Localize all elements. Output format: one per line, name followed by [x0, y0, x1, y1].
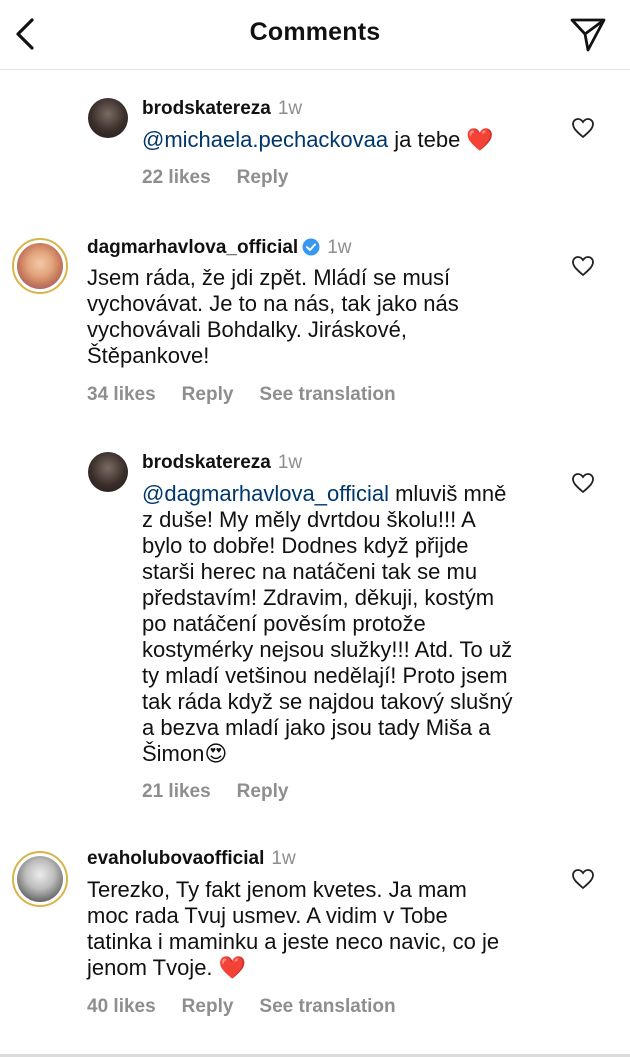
- comment-username[interactable]: brodskatereza: [142, 452, 271, 473]
- heart-outline-icon[interactable]: [571, 255, 595, 277]
- mention-link[interactable]: @michaela.pechackovaa: [142, 127, 388, 152]
- comment-time: 1w: [277, 452, 303, 473]
- comment-username[interactable]: evaholubovaofficial: [87, 848, 264, 869]
- avatar[interactable]: [12, 238, 68, 294]
- comment-time: 1w: [277, 98, 303, 119]
- heart-outline-icon[interactable]: [571, 117, 595, 139]
- comment-meta: 40 likes Reply See translation: [87, 996, 422, 1018]
- reply-button[interactable]: Reply: [237, 781, 289, 802]
- heart-outline-icon[interactable]: [571, 472, 595, 494]
- heart-outline-icon[interactable]: [571, 868, 595, 890]
- comment-meta: 22 likes Reply: [142, 167, 314, 189]
- comment-username[interactable]: dagmarhavlova_official: [87, 237, 298, 258]
- heart-emoji: ❤️: [218, 955, 247, 980]
- comment-time: 1w: [271, 848, 296, 869]
- likes-count[interactable]: 34 likes: [87, 384, 156, 405]
- page-title: Comments: [249, 18, 381, 46]
- likes-count[interactable]: 21 likes: [142, 781, 211, 802]
- heart-emoji: ❤️: [466, 127, 494, 152]
- reply-button[interactable]: Reply: [182, 384, 234, 405]
- top-bar: Comments: [0, 0, 630, 70]
- comment-text: @michaela.pechackovaa ja tebe ❤️: [142, 127, 494, 152]
- see-translation-link[interactable]: See translation: [259, 384, 395, 405]
- comment-text: Terezko, Ty fakt jenom kvetes. Ja mam mo…: [87, 877, 500, 980]
- comment-meta: 21 likes Reply: [142, 781, 314, 803]
- likes-count[interactable]: 22 likes: [142, 167, 211, 188]
- comment-text: @dagmarhavlova_official mluviš mně z duš…: [142, 481, 513, 766]
- see-translation-link[interactable]: See translation: [259, 996, 395, 1017]
- reply-button[interactable]: Reply: [237, 167, 289, 188]
- avatar[interactable]: [88, 452, 128, 492]
- likes-count[interactable]: 40 likes: [87, 996, 156, 1017]
- mention-link[interactable]: @dagmarhavlova_official: [142, 481, 389, 506]
- heart-eyes-emoji: 😍: [204, 741, 228, 766]
- comment-time: 1w: [327, 237, 352, 258]
- comment-meta: 34 likes Reply See translation: [87, 384, 422, 406]
- comment-username[interactable]: brodskatereza: [142, 98, 271, 119]
- reply-button[interactable]: Reply: [182, 996, 234, 1017]
- avatar[interactable]: [88, 98, 128, 138]
- comment-text: Jsem ráda, že jdi zpět. Mládí se musí vy…: [87, 265, 459, 368]
- avatar[interactable]: [12, 851, 68, 907]
- send-icon[interactable]: [568, 14, 608, 54]
- verified-badge-icon: [302, 238, 320, 256]
